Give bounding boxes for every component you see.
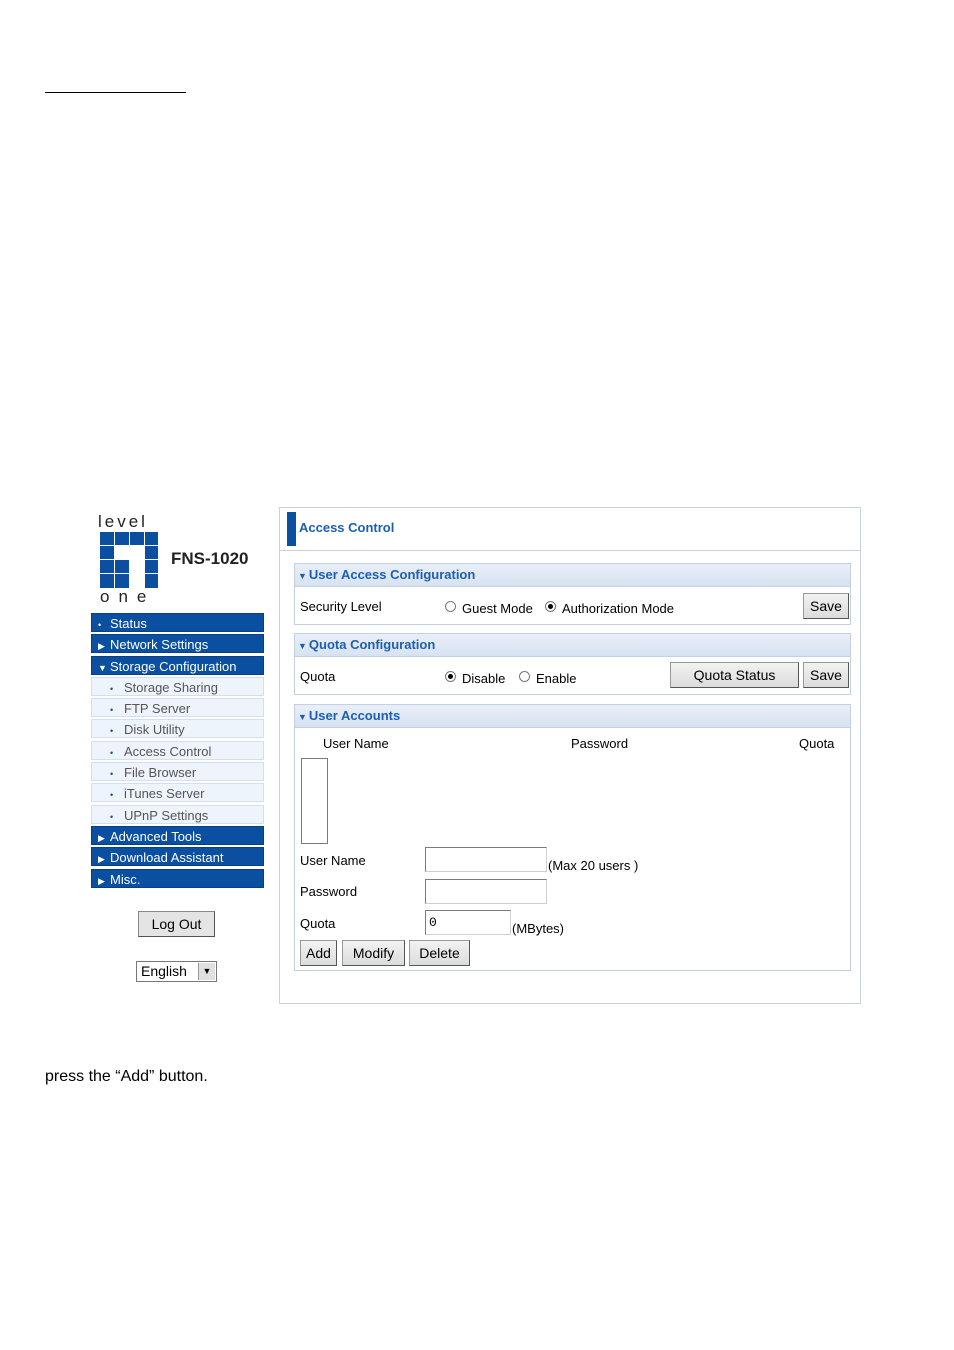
quota-config-header[interactable]: ▼ Quota Configuration [295, 634, 850, 657]
sidebar-item-status[interactable]: • Status [91, 613, 264, 632]
triangle-right-icon: ▶ [98, 832, 105, 843]
user-accounts-listbox[interactable] [301, 758, 328, 844]
bullet-icon: • [110, 726, 114, 737]
bullet-icon: • [110, 790, 114, 801]
bullet-icon: • [110, 811, 114, 822]
save-quota-button[interactable]: Save [803, 662, 849, 688]
language-value: English [141, 963, 187, 979]
sidebar-menu: • Status ▶ Network Settings ▼ Storage Configu… [91, 613, 264, 888]
bullet-icon: • [110, 769, 114, 780]
sidebar-item-label: Status [110, 616, 147, 631]
username-input[interactable] [425, 847, 547, 872]
sidebar-item-network-settings[interactable]: ▶ Network Settings [91, 634, 264, 654]
user-access-section: ▼ User Access Configuration Security Leve… [294, 563, 851, 625]
levelone-logo: level FNS-1020 one [97, 512, 267, 607]
guest-mode-label: Guest Mode [462, 601, 533, 616]
logout-button[interactable]: Log Out [138, 911, 215, 937]
authorization-mode-radio[interactable] [545, 601, 556, 612]
triangle-right-icon: ▶ [98, 875, 105, 886]
bullet-icon: • [110, 747, 114, 758]
delete-button[interactable]: Delete [409, 940, 470, 966]
quota-config-title: Quota Configuration [308, 637, 436, 652]
quota-config-section: ▼ Quota Configuration Quota Disable Enabl… [294, 633, 851, 695]
triangle-right-icon: ▶ [98, 641, 105, 652]
sidebar-item-label: Storage Sharing [124, 679, 218, 695]
sidebar-item-label: File Browser [124, 765, 197, 781]
add-button[interactable]: Add [300, 940, 337, 966]
quota-status-button[interactable]: Quota Status [670, 662, 799, 688]
sidebar-item-label: Misc. [110, 871, 141, 887]
quota-disable-radio[interactable] [445, 671, 456, 682]
language-select[interactable]: English ▼ [136, 961, 217, 982]
triangle-right-icon: ▶ [98, 854, 105, 865]
username-hint: (Max 20 users ) [548, 858, 639, 873]
sidebar-subitem-itunes-server[interactable]: • iTunes Server [91, 783, 264, 803]
password-label: Password [300, 884, 358, 899]
sidebar-item-label: Advanced Tools [110, 828, 202, 844]
sidebar-item-label: Network Settings [110, 637, 209, 653]
quota-enable-label: Enable [536, 671, 577, 686]
logo-word-top: level [98, 512, 148, 531]
sidebar-item-label: Access Control [124, 743, 212, 759]
sidebar-item-label: Storage Configuration [110, 658, 237, 674]
modify-button[interactable]: Modify [342, 940, 405, 966]
column-header-password: Password [571, 736, 629, 751]
quota-unit: (MBytes) [512, 921, 564, 936]
sidebar-subitem-storage-sharing[interactable]: • Storage Sharing [91, 676, 264, 696]
password-input[interactable] [425, 879, 547, 904]
logo-word-bottom: one [100, 587, 156, 606]
quota-input[interactable]: 0 [425, 910, 511, 935]
bullet-icon: • [98, 620, 102, 630]
user-accounts-section: ▼ User Accounts User Name Password Quota … [294, 704, 851, 971]
dropdown-arrow-icon[interactable]: ▼ [198, 963, 215, 980]
sidebar-item-label: Disk Utility [124, 722, 185, 738]
bullet-icon: • [110, 683, 114, 694]
sidebar-item-label: UPnP Settings [124, 807, 209, 823]
sidebar-subitem-access-control[interactable]: • Access Control [91, 740, 264, 760]
column-header-quota: Quota [799, 736, 835, 751]
sidebar-item-label: iTunes Server [124, 786, 205, 802]
sidebar-subitem-ftp-server[interactable]: • FTP Server [91, 698, 264, 718]
sidebar-item-download-assistant[interactable]: ▶ Download Assistant [91, 847, 264, 867]
guest-mode-radio[interactable] [445, 601, 456, 612]
column-header-username: User Name [323, 736, 389, 751]
username-label: User Name [300, 853, 366, 868]
collapse-triangle-icon: ▼ [298, 571, 307, 581]
user-access-header[interactable]: ▼ User Access Configuration [295, 564, 850, 587]
collapse-triangle-icon: ▼ [298, 712, 307, 722]
document-rule [45, 92, 186, 93]
sidebar-subitem-disk-utility[interactable]: • Disk Utility [91, 719, 264, 739]
panel-header: Access Control [280, 508, 860, 551]
authorization-mode-label: Authorization Mode [562, 601, 675, 616]
sidebar-item-storage-configuration[interactable]: ▼ Storage Configuration [91, 655, 264, 675]
triangle-down-icon: ▼ [98, 662, 107, 673]
title-accent-bar [287, 512, 296, 546]
save-security-button[interactable]: Save [803, 593, 849, 619]
user-access-title: User Access Configuration [308, 567, 476, 582]
security-level-label: Security Level [300, 599, 382, 614]
quota-field-label: Quota [300, 916, 336, 931]
sidebar-nav: • Status ▶ Network Settings ▼ Storage Configu… [91, 613, 264, 890]
instruction-text: press the “Add” button. [45, 1068, 208, 1085]
quota-disable-label: Disable [462, 671, 506, 686]
sidebar-subitem-file-browser[interactable]: • File Browser [91, 762, 264, 782]
sidebar-subitem-upnp-settings[interactable]: • UPnP Settings [91, 804, 264, 824]
sidebar-item-misc[interactable]: ▶ Misc. [91, 868, 264, 888]
sidebar-item-label: FTP Server [124, 701, 191, 717]
user-accounts-title: User Accounts [308, 708, 401, 723]
quota-label: Quota [300, 669, 336, 684]
logo-grid-icon [100, 532, 158, 588]
model-name: FNS-1020 [171, 549, 249, 568]
user-accounts-header[interactable]: ▼ User Accounts [295, 705, 850, 728]
bullet-icon: • [110, 705, 114, 716]
collapse-triangle-icon: ▼ [298, 641, 307, 651]
page-title: Access Control [299, 520, 395, 535]
access-control-panel: Access Control ▼ User Access Configuratio… [279, 507, 861, 1004]
sidebar-item-label: Download Assistant [110, 850, 224, 866]
quota-enable-radio[interactable] [519, 671, 530, 682]
sidebar-item-advanced-tools[interactable]: ▶ Advanced Tools [91, 825, 264, 845]
